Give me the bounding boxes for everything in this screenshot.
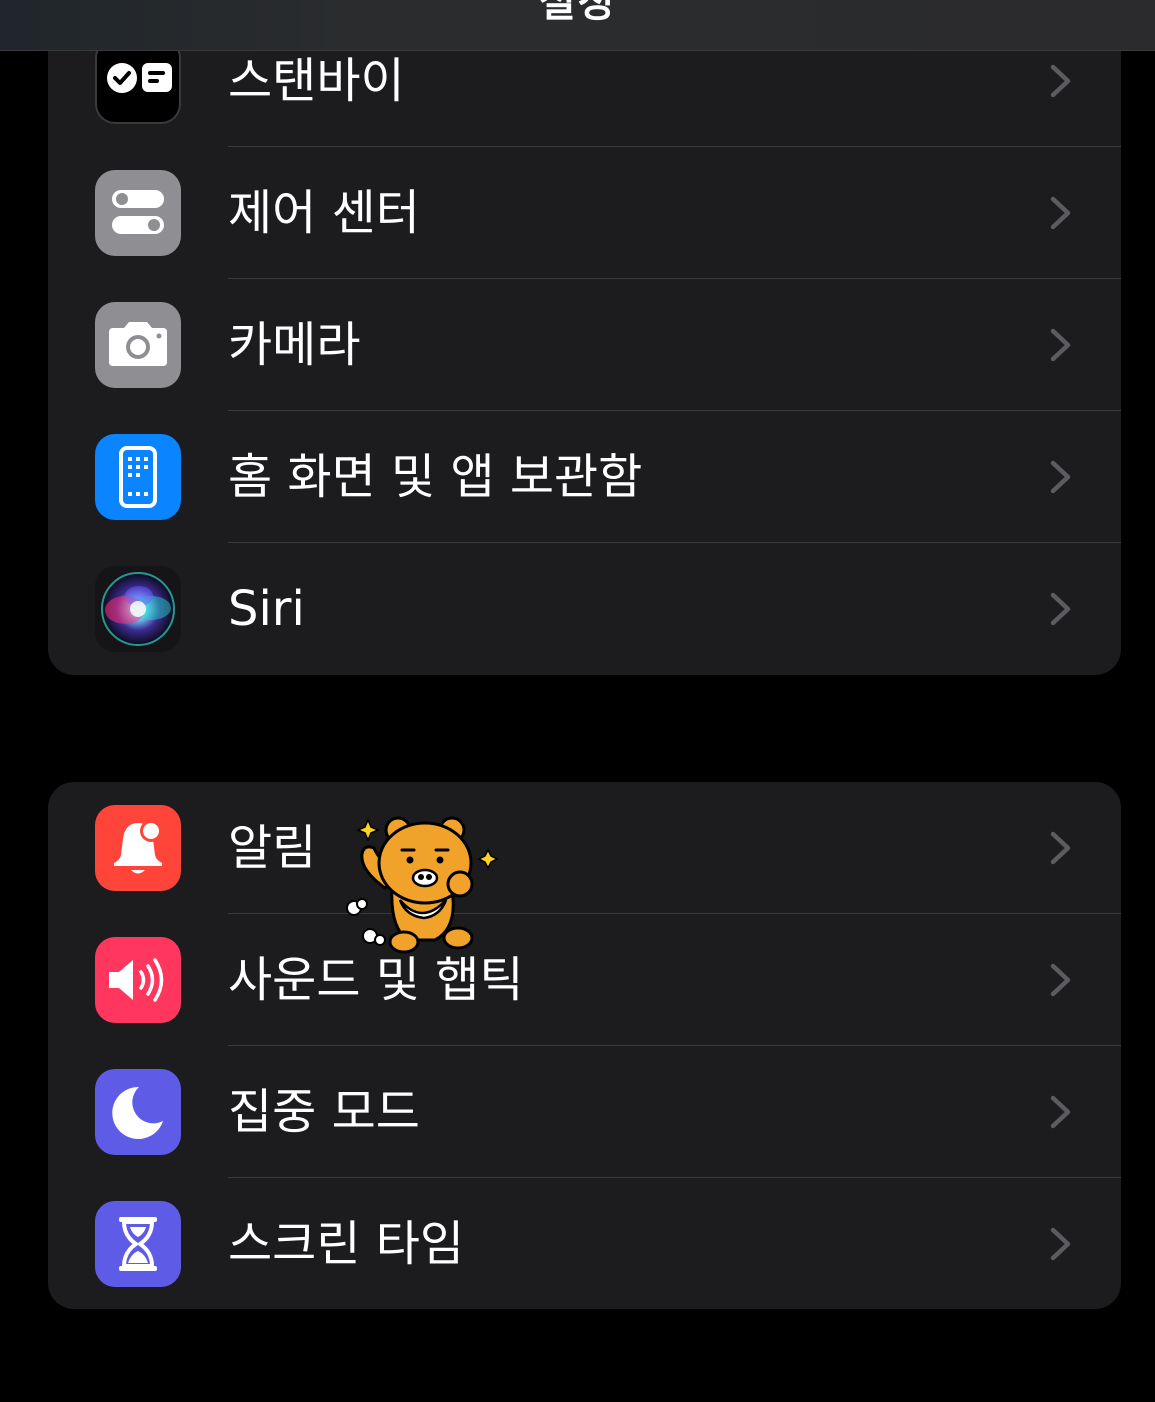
control-center-icon	[95, 170, 181, 256]
chevron-right-icon	[1050, 1095, 1071, 1129]
settings-row-label: 카메라	[228, 317, 361, 373]
settings-row-screen-time[interactable]: 스크린 타임	[48, 1178, 1121, 1309]
siri-icon	[95, 566, 181, 652]
chevron-right-icon	[1050, 460, 1071, 494]
settings-row-sounds-haptics[interactable]: 사운드 및 햅틱	[48, 914, 1121, 1046]
chevron-right-icon	[1050, 328, 1071, 362]
speaker-icon	[95, 937, 181, 1023]
chevron-right-icon	[1050, 592, 1071, 626]
hourglass-icon	[95, 1201, 181, 1287]
settings-row-label: Siri	[228, 581, 305, 637]
notifications-bell-icon	[95, 805, 181, 891]
chevron-right-icon	[1050, 963, 1071, 997]
navigation-bar: 설정	[0, 0, 1155, 51]
chevron-right-icon	[1050, 1227, 1071, 1261]
ryan-sticker-icon	[346, 816, 499, 954]
chevron-right-icon	[1050, 64, 1071, 98]
settings-row-label: 스크린 타임	[228, 1216, 465, 1272]
settings-row-label: 제어 센터	[228, 185, 420, 241]
chevron-right-icon	[1050, 831, 1071, 865]
settings-row-siri[interactable]: Siri	[48, 543, 1121, 675]
moon-icon	[95, 1069, 181, 1155]
settings-group-general: 스탠바이 제어 센터 카메라 홈 화면 및 앱 보관함 Siri	[48, 0, 1121, 675]
settings-row-label: 홈 화면 및 앱 보관함	[228, 449, 643, 505]
settings-row-notifications[interactable]: 알림	[48, 782, 1121, 914]
chevron-right-icon	[1050, 196, 1071, 230]
settings-screen: 설정 스탠바이 제어 센터 카메라 홈 화면 및 앱 보관함 Siri 알림 사…	[0, 0, 1155, 1402]
settings-row-label: 알림	[228, 820, 317, 876]
camera-icon	[95, 302, 181, 388]
settings-row-focus[interactable]: 집중 모드	[48, 1046, 1121, 1178]
settings-row-control-center[interactable]: 제어 센터	[48, 147, 1121, 279]
settings-row-home-screen[interactable]: 홈 화면 및 앱 보관함	[48, 411, 1121, 543]
page-title: 설정	[538, 0, 617, 26]
home-screen-icon	[95, 434, 181, 520]
settings-group-notifications: 알림 사운드 및 햅틱 집중 모드 스크린 타임	[48, 782, 1121, 1309]
settings-row-camera[interactable]: 카메라	[48, 279, 1121, 411]
settings-row-label: 집중 모드	[228, 1084, 420, 1140]
